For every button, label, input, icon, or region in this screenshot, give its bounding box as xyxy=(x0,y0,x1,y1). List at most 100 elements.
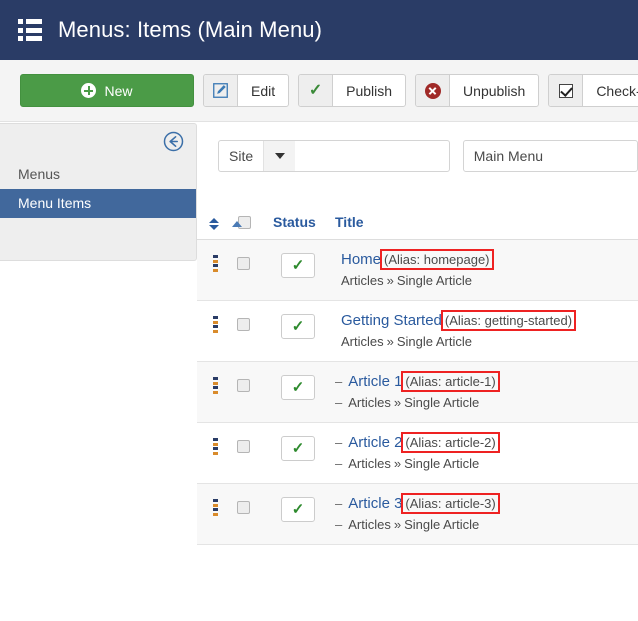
row-select-cell xyxy=(235,239,273,301)
row-checkbox[interactable] xyxy=(237,440,250,453)
sidebar-list: Menus Menu Items xyxy=(0,160,196,218)
row-path-child: Single Article xyxy=(404,456,480,471)
unpublish-button-label: Unpublish xyxy=(463,82,526,99)
table-row: ✓ – Article 2 (Alias: article-2) – Artic… xyxy=(197,422,638,484)
row-path-separator: » xyxy=(386,334,394,349)
row-path-indent-dash: – xyxy=(335,395,343,410)
new-button[interactable]: New xyxy=(20,74,194,107)
menu-items-table: Status Title ✓ Home (Alias: homepage) Ar… xyxy=(197,214,638,545)
plus-circle-icon xyxy=(81,83,97,98)
row-path-parent: Articles xyxy=(348,395,391,410)
row-status-cell: ✓ xyxy=(273,300,335,362)
filter-bar: Site Main Menu xyxy=(197,122,638,172)
row-handle-cell xyxy=(197,361,235,423)
row-title-link[interactable]: Article 1 xyxy=(348,373,402,390)
row-status-cell: ✓ xyxy=(273,422,335,484)
row-status-cell: ✓ xyxy=(273,483,335,545)
page-header: Menus: Items (Main Menu) xyxy=(0,0,638,60)
row-path-indent-dash: – xyxy=(335,456,343,471)
check-in-button[interactable]: Check- xyxy=(548,74,638,107)
row-title-cell: – Article 1 (Alias: article-1) – Article… xyxy=(335,361,638,423)
unpublish-button[interactable]: Unpublish xyxy=(415,74,540,107)
row-path-child: Single Article xyxy=(396,273,473,288)
row-status-cell: ✓ xyxy=(273,239,335,301)
page-title: Menus: Items (Main Menu) xyxy=(58,17,323,42)
check-icon: ✓ xyxy=(299,75,334,106)
row-alias: (Alias: article-3) xyxy=(401,493,500,514)
row-path-child: Single Article xyxy=(404,395,480,410)
row-status-cell: ✓ xyxy=(273,361,335,423)
drag-handle-icon[interactable] xyxy=(213,438,218,455)
body-wrapper: Menus Menu Items Site Main Menu Status T… xyxy=(0,122,638,621)
menu-filter-select[interactable]: Main Menu xyxy=(462,140,638,172)
published-check-icon[interactable]: ✓ xyxy=(281,497,315,522)
row-path-indent-dash: – xyxy=(335,517,343,532)
edit-pencil-icon xyxy=(204,75,238,106)
published-check-icon[interactable]: ✓ xyxy=(281,375,315,400)
new-button-label: New xyxy=(104,82,133,99)
table-row: ✓ Home (Alias: homepage) Articles » Sing… xyxy=(197,239,638,301)
row-title-link[interactable]: Home xyxy=(341,251,381,268)
menu-filter-value: Main Menu xyxy=(473,148,544,164)
main-content: Site Main Menu Status Title ✓ Home (Alia… xyxy=(197,122,638,621)
title-header[interactable]: Title xyxy=(335,214,638,240)
toolbar: New Edit ✓ Publish Unpublish Check- xyxy=(0,60,638,122)
row-title-cell: – Article 3 (Alias: article-3) – Article… xyxy=(335,483,638,545)
row-title-link[interactable]: Article 3 xyxy=(348,495,402,512)
row-select-cell xyxy=(235,422,273,484)
items-table-wrapper: Status Title ✓ Home (Alias: homepage) Ar… xyxy=(197,214,638,545)
row-alias: (Alias: getting-started) xyxy=(440,310,577,331)
sort-asc-icon[interactable] xyxy=(232,221,242,227)
row-checkbox[interactable] xyxy=(237,379,250,392)
row-handle-cell xyxy=(197,422,235,484)
table-row: ✓ Getting Started (Alias: getting-starte… xyxy=(197,300,638,362)
row-handle-cell xyxy=(197,239,235,301)
row-indent-dash: – xyxy=(335,374,343,389)
publish-button-label: Publish xyxy=(346,82,393,99)
row-select-cell xyxy=(235,361,273,423)
publish-button[interactable]: ✓ Publish xyxy=(298,74,407,107)
published-check-icon[interactable]: ✓ xyxy=(281,436,315,461)
row-path-separator: » xyxy=(386,273,394,288)
row-path-child: Single Article xyxy=(404,517,480,532)
row-path-parent: Articles xyxy=(341,334,384,349)
sidebar: Menus Menu Items xyxy=(0,122,197,621)
table-row: ✓ – Article 3 (Alias: article-3) – Artic… xyxy=(197,483,638,545)
row-handle-cell xyxy=(197,483,235,545)
row-handle-cell xyxy=(197,300,235,362)
sidebar-item-menu-items[interactable]: Menu Items xyxy=(0,189,196,218)
list-icon xyxy=(18,19,42,41)
check-in-button-label: Check- xyxy=(596,82,638,99)
row-path-parent: Articles xyxy=(348,517,391,532)
row-path-child: Single Article xyxy=(396,334,473,349)
row-alias: (Alias: homepage) xyxy=(380,249,494,270)
row-alias: (Alias: article-2) xyxy=(401,432,500,453)
row-alias: (Alias: article-1) xyxy=(401,371,500,392)
sidebar-item-menus[interactable]: Menus xyxy=(0,160,196,189)
row-checkbox[interactable] xyxy=(237,257,250,270)
sort-updown-icon[interactable] xyxy=(209,218,219,230)
row-title-link[interactable]: Article 2 xyxy=(348,434,402,451)
row-path-parent: Articles xyxy=(341,273,384,288)
published-check-icon[interactable]: ✓ xyxy=(281,314,315,339)
drag-handle-icon[interactable] xyxy=(213,377,218,394)
ordering-header[interactable] xyxy=(197,214,242,240)
published-check-icon[interactable]: ✓ xyxy=(281,253,315,278)
drag-handle-icon[interactable] xyxy=(213,316,218,333)
row-path-separator: » xyxy=(393,517,402,532)
site-filter-select[interactable]: Site xyxy=(218,140,450,172)
row-title-link[interactable]: Getting Started xyxy=(341,312,442,329)
arrow-left-circle-icon[interactable] xyxy=(163,131,184,152)
row-title-cell: Getting Started (Alias: getting-started)… xyxy=(335,300,638,362)
row-select-cell xyxy=(235,300,273,362)
table-row: ✓ – Article 1 (Alias: article-1) – Artic… xyxy=(197,361,638,423)
chevron-down-icon xyxy=(263,141,296,171)
row-checkbox[interactable] xyxy=(237,318,250,331)
status-header[interactable]: Status xyxy=(273,214,335,240)
drag-handle-icon[interactable] xyxy=(213,499,218,516)
drag-handle-icon[interactable] xyxy=(213,255,218,272)
sidebar-panel: Menus Menu Items xyxy=(0,123,197,261)
edit-button[interactable]: Edit xyxy=(203,74,290,107)
row-checkbox[interactable] xyxy=(237,501,250,514)
row-path-separator: » xyxy=(393,395,402,410)
